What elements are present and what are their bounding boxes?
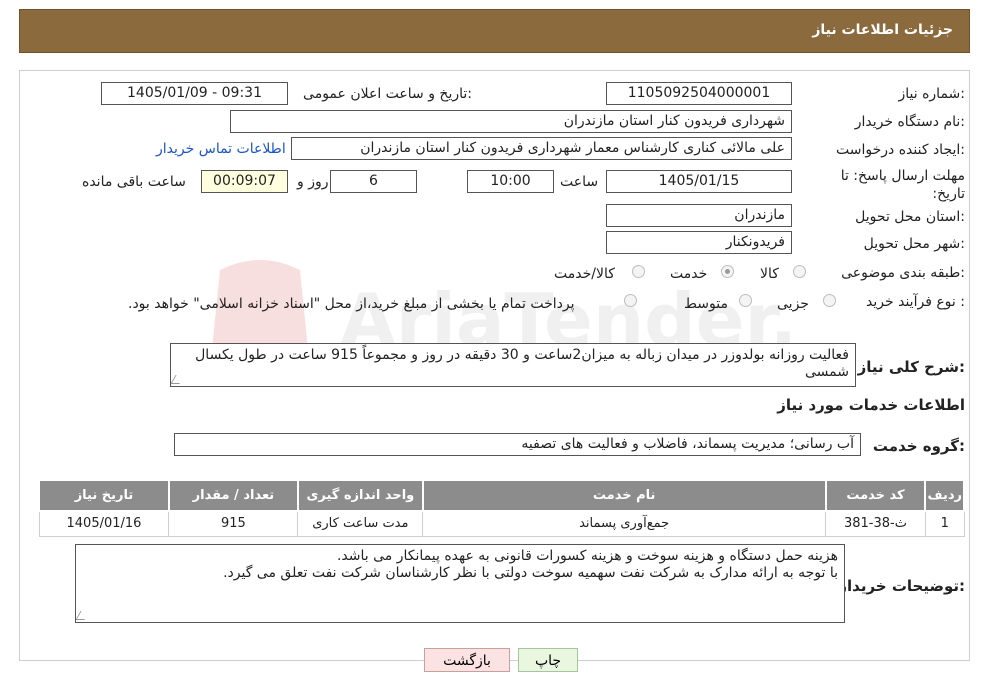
summary-label: شرح کلی نیاز: <box>857 358 965 376</box>
announce-label: تاریخ و ساعت اعلان عمومی: <box>303 86 472 102</box>
process-radio-treasury[interactable] <box>624 294 637 307</box>
resize-grip-icon[interactable] <box>76 611 90 620</box>
need-number-field: 1105092504000001 <box>606 82 792 105</box>
buyer-notes-line-2: با توجه به ارائه مدارک به شرکت نفت سهمیه… <box>223 565 838 581</box>
category-radio-goods[interactable] <box>793 265 806 278</box>
col-quantity: تعداد / مقدار <box>167 479 299 512</box>
summary-text: فعالیت روزانه بولدوزر در میدان زباله به … <box>195 347 849 380</box>
process-radio-medium[interactable] <box>739 294 752 307</box>
announce-datetime-field: 1405/01/09 - 09:31 <box>101 82 288 105</box>
category-radio-goods-service[interactable] <box>632 265 645 278</box>
province-field: مازندران <box>606 204 792 227</box>
buyer-org-label: نام دستگاه خریدار: <box>854 114 965 130</box>
service-group-field: آب رسانی؛ مدیریت پسماند، فاضلاب و فعالیت… <box>174 433 861 456</box>
services-section-title: اطلاعات خدمات مورد نیاز <box>777 396 965 414</box>
col-service-code: کد خدمت <box>824 479 927 512</box>
process-note: پرداخت تمام یا بخشی از مبلغ خرید،از محل … <box>128 296 575 312</box>
col-need-date: تاریخ نیاز <box>38 479 170 512</box>
page-title: جزئیات اطلاعات نیاز <box>812 22 953 38</box>
cell-quantity: 915 <box>168 510 299 537</box>
cell-unit: مدت ساعت کاری <box>297 510 424 537</box>
table-row: 1 ث-38-381 جمع‌آوری پسماند مدت ساعت کاری… <box>38 510 965 537</box>
cell-service-name: جمع‌آوری پسماند <box>422 510 826 537</box>
col-row: ردیف <box>924 479 965 512</box>
deadline-time-field: 10:00 <box>467 170 554 193</box>
deadline-date-field: 1405/01/15 <box>606 170 792 193</box>
print-button[interactable]: چاپ <box>518 648 578 672</box>
days-field: 6 <box>330 170 417 193</box>
category-option-goods: کالا <box>760 266 779 282</box>
process-label: نوع فرآیند خرید : <box>866 294 965 310</box>
need-number-label: شماره نیاز: <box>898 86 965 102</box>
remaining-time-field: 00:09:07 <box>201 170 288 193</box>
process-radio-minor[interactable] <box>823 294 836 307</box>
requester-field: علی مالائی کناری کارشناس معمار شهرداری ف… <box>291 137 792 160</box>
buyer-notes-line-1: هزینه حمل دستگاه و هزینه سوخت و هزینه کس… <box>336 548 838 564</box>
cell-need-date: 1405/01/16 <box>38 510 170 537</box>
col-service-name: نام خدمت <box>421 479 827 512</box>
summary-textarea[interactable]: فعالیت روزانه بولدوزر در میدان زباله به … <box>170 343 856 387</box>
days-label: روز و <box>297 174 329 190</box>
services-table: ردیف کد خدمت نام خدمت واحد اندازه گیری ت… <box>38 479 965 537</box>
col-unit: واحد اندازه گیری <box>296 479 424 512</box>
service-group-label: گروه خدمت: <box>872 437 965 455</box>
time-label: ساعت <box>560 174 599 190</box>
page-header: جزئیات اطلاعات نیاز <box>19 9 970 53</box>
category-option-service: خدمت <box>670 266 708 282</box>
buyer-org-field: شهرداری فریدون کنار استان مازندران <box>230 110 792 133</box>
buyer-notes-label: توضیحات خریدار: <box>838 577 965 595</box>
remaining-label: ساعت باقی مانده <box>82 174 186 190</box>
process-option-medium: متوسط <box>684 296 728 312</box>
back-button[interactable]: بازگشت <box>424 648 510 672</box>
resize-grip-icon[interactable] <box>171 375 185 384</box>
requester-label: ایجاد کننده درخواست: <box>836 142 965 158</box>
category-label: طبقه بندی موضوعی: <box>841 265 965 281</box>
process-option-minor: جزیی <box>777 296 809 312</box>
category-option-goods-service: کالا/خدمت <box>554 266 615 282</box>
deadline-label: مهلت ارسال پاسخ: تا تاریخ: <box>840 168 965 202</box>
cell-service-code: ث-38-381 <box>825 510 926 537</box>
category-radio-service[interactable] <box>721 265 734 278</box>
province-label: استان محل تحویل: <box>855 209 965 225</box>
city-label: شهر محل تحویل: <box>863 236 965 252</box>
contact-info-link[interactable]: اطلاعات تماس خریدار <box>156 141 286 157</box>
table-header-row: ردیف کد خدمت نام خدمت واحد اندازه گیری ت… <box>38 479 965 512</box>
city-field: فریدونکنار <box>606 231 792 254</box>
cell-row: 1 <box>924 510 965 537</box>
buyer-notes-textarea[interactable]: هزینه حمل دستگاه و هزینه سوخت و هزینه کس… <box>75 544 845 623</box>
